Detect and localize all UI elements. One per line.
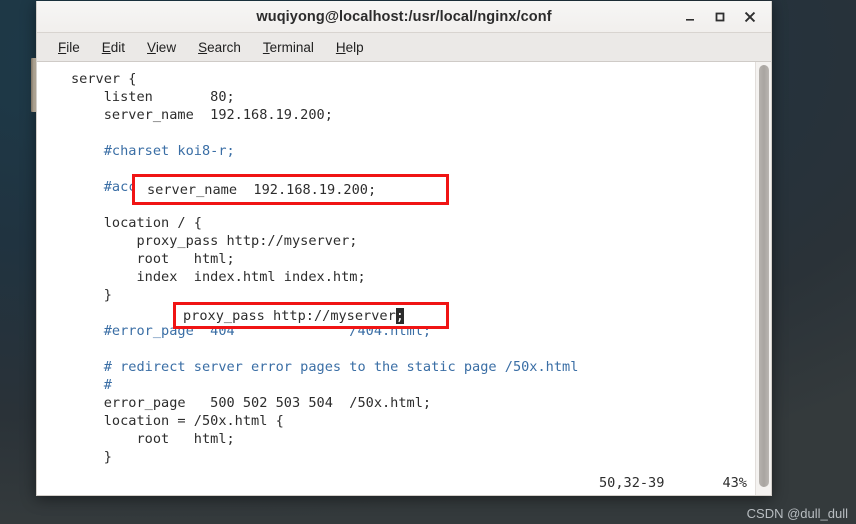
maximize-button[interactable] <box>705 3 735 31</box>
editor-line: #charset koi8-r; <box>71 143 235 159</box>
editor-line: # <box>71 377 112 393</box>
close-button[interactable] <box>735 3 765 31</box>
text-cursor: ; <box>395 308 404 324</box>
menu-item-file[interactable]: File <box>47 37 91 58</box>
editor-line: server_name 192.168.19.200; <box>71 107 333 123</box>
terminal-content-area[interactable]: server { listen 80; server_name 192.168.… <box>37 62 771 495</box>
highlighted-server-name-text: server_name 192.168.19.200; <box>147 182 377 198</box>
editor-status-line: 50,32-39 43% <box>599 475 747 491</box>
menu-bar: File Edit View Search Terminal Help <box>37 33 771 62</box>
editor-line: root html; <box>71 431 235 447</box>
editor-line: error_page 500 502 503 504 /50x.html; <box>71 395 432 411</box>
editor-line: } <box>71 287 112 303</box>
proxy-pass-text: proxy_pass http://myserver <box>183 308 396 324</box>
editor-line: root html; <box>71 251 235 267</box>
window-controls <box>675 1 765 32</box>
menu-item-search[interactable]: Search <box>187 37 252 58</box>
menu-item-edit[interactable]: Edit <box>91 37 136 58</box>
editor-line: proxy_pass http://myserver; <box>71 233 358 249</box>
menu-item-help[interactable]: Help <box>325 37 375 58</box>
vertical-scrollbar-thumb[interactable] <box>759 65 769 487</box>
window-title: wuqiyong@localhost:/usr/local/nginx/conf <box>256 8 552 25</box>
editor-text[interactable]: server { listen 80; server_name 192.168.… <box>37 62 755 495</box>
menu-item-terminal[interactable]: Terminal <box>252 37 325 58</box>
editor-line: } <box>71 449 112 465</box>
window-titlebar[interactable]: wuqiyong@localhost:/usr/local/nginx/conf <box>37 1 771 33</box>
highlighted-proxy-pass-text: proxy_pass http://myserver; <box>183 307 404 325</box>
scroll-percent: 43% <box>722 475 747 491</box>
desktop-background: wuqiyong@localhost:/usr/local/nginx/conf <box>0 0 856 524</box>
menu-item-view[interactable]: View <box>136 37 187 58</box>
watermark: CSDN @dull_dull <box>746 506 848 521</box>
editor-line: index index.html index.htm; <box>71 269 366 285</box>
minimize-button[interactable] <box>675 3 705 31</box>
terminal-window: wuqiyong@localhost:/usr/local/nginx/conf <box>36 1 772 496</box>
vertical-scrollbar-track[interactable] <box>755 62 771 495</box>
editor-line: # redirect server error pages to the sta… <box>71 359 579 375</box>
editor-line: location / { <box>71 215 202 231</box>
editor-line: listen 80; <box>71 89 235 105</box>
cursor-position: 50,32-39 <box>598 475 665 491</box>
editor-line: location = /50x.html { <box>71 413 284 429</box>
editor-line: server { <box>71 71 137 87</box>
